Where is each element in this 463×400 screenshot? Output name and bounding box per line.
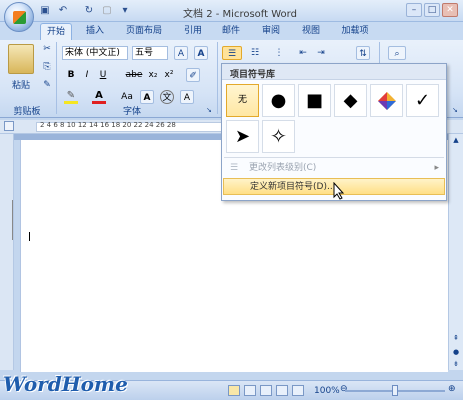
redo-icon[interactable]: ↻ [82,4,96,18]
undo-icon[interactable]: ↶ [56,4,70,18]
ribbon-tabs: 开始 插入 页面布局 引用 邮件 审阅 视图 加载项 [0,22,463,40]
subscript-button[interactable]: x₂ [146,68,160,82]
submenu-arrow-icon: ▸ [434,163,439,173]
qat-customize-icon[interactable]: ▾ [118,4,132,18]
cut-icon[interactable]: ✂ [40,42,54,56]
font-name-combo[interactable]: 宋体 (中文正) [62,46,128,60]
change-case-button[interactable]: Aa [116,90,138,104]
bullet-colorful-diamond-option[interactable] [370,84,403,117]
character-shading-button[interactable]: A [140,90,154,104]
tab-insert[interactable]: 插入 [80,23,110,40]
tab-view[interactable]: 视图 [296,23,326,40]
tab-review[interactable]: 审阅 [256,23,286,40]
define-new-bullet-label: 定义新项目符号(D)... [250,182,336,192]
decrease-indent-icon[interactable]: ⇤ [296,46,310,60]
bullet-diamond-option[interactable]: ◆ [334,84,367,117]
bullet-none-label: 无 [237,95,247,105]
change-list-level-menu-item[interactable]: ☰ 更改列表级别(C) ▸ [223,160,445,177]
zoom-out-icon[interactable]: ⊖ [340,384,348,394]
watermark-logo: WordHome [3,372,128,396]
bullet-library-dropdown: 项目符号库 无 ● ■ ◆ ✓ ➤ ✧ ☰ 更改列表级别(C) ▸ 定义新项目符… [221,63,447,201]
clipboard-group-label: 剪贴板 [13,107,41,117]
bullet-filled-square-option[interactable]: ■ [298,84,331,117]
strikethrough-button[interactable]: abe [124,68,144,82]
copy-icon[interactable]: ⎘ [40,60,54,74]
sort-icon[interactable]: ⇅ [356,46,370,60]
find-icon[interactable]: ⌕ [388,46,406,60]
bullet-star-option[interactable]: ✧ [262,120,295,153]
group-separator [56,42,57,114]
tab-page-layout[interactable]: 页面布局 [118,23,170,40]
draft-view-icon[interactable] [292,385,304,396]
ruler-ticks: 2 4 6 8 10 12 14 16 18 20 22 24 26 28 [40,121,176,129]
full-screen-view-icon[interactable] [244,385,256,396]
font-color-a-label: A [95,90,103,101]
list-level-icon: ☰ [230,163,239,173]
paste-icon[interactable] [8,44,34,74]
font-color-button[interactable]: A [92,90,106,104]
window-title: 文档 2 - Microsoft Word [183,9,297,20]
office-button[interactable] [4,2,34,32]
close-button[interactable]: ✕ [442,3,458,17]
highlight-swatch [64,101,78,104]
zoom-level[interactable]: 100% [314,386,340,396]
group-separator [217,42,218,114]
outline-view-icon[interactable] [276,385,288,396]
colorful-diamond-icon [377,92,396,110]
next-page-icon[interactable]: ⇟ [451,360,461,370]
tab-selector-icon[interactable] [4,121,14,131]
print-layout-view-icon[interactable] [228,385,240,396]
font-dialog-launcher-icon[interactable]: ↘ [206,106,212,114]
menu-separator [224,157,444,158]
italic-button[interactable]: I [80,68,94,82]
zoom-in-icon[interactable]: ⊕ [448,384,456,394]
multilevel-list-icon[interactable]: ⋮ [270,46,288,60]
scroll-up-icon[interactable]: ▲ [451,136,461,146]
title-bar: ▣ ↶ ↻ ▢ ▾ 文档 2 - Microsoft Word – □ ✕ [0,0,463,22]
save-icon[interactable]: ▣ [38,4,52,18]
bullets-button[interactable]: ☰ [222,46,242,60]
bold-button[interactable]: B [64,68,78,82]
vertical-ruler [0,134,14,370]
highlight-pen-icon: ✎ [66,90,76,101]
zoom-slider-thumb[interactable] [392,385,398,396]
underline-button[interactable]: U [96,68,110,82]
bullet-filled-circle-option[interactable]: ● [262,84,295,117]
shrink-font-icon[interactable]: A [194,46,208,60]
prev-page-icon[interactable]: ⇞ [451,334,461,344]
font-group-label: 字体 [122,107,141,117]
font-size-combo[interactable]: 五号 [132,46,168,60]
clear-format-icon[interactable]: ✐ [186,68,200,82]
tab-references[interactable]: 引用 [178,23,208,40]
tab-mailings[interactable]: 邮件 [216,23,246,40]
paste-button-label[interactable]: 粘贴 [6,78,36,91]
page-margin-marker [12,200,14,240]
increase-indent-icon[interactable]: ⇥ [314,46,328,60]
office-logo-icon [13,11,26,24]
numbering-icon[interactable]: ☷ [246,46,264,60]
maximize-button[interactable]: □ [424,3,440,17]
browse-object-icon[interactable]: ● [451,348,461,358]
bullet-arrow-option[interactable]: ➤ [226,120,259,153]
superscript-button[interactable]: x² [162,68,176,82]
print-icon[interactable]: ▢ [100,4,114,18]
grow-font-button[interactable]: A [174,46,188,60]
text-cursor [29,232,30,241]
change-list-level-label: 更改列表级别(C) [249,163,317,173]
tab-home[interactable]: 开始 [40,23,72,40]
highlight-color-button[interactable]: ✎ [64,90,78,104]
enclose-characters-button[interactable]: 文 [160,90,174,104]
tab-addins[interactable]: 加载项 [334,23,376,40]
mouse-pointer-icon [333,182,345,200]
bullet-checkmark-option[interactable]: ✓ [406,84,439,117]
web-layout-view-icon[interactable] [260,385,272,396]
minimize-button[interactable]: – [406,3,422,17]
vertical-scrollbar[interactable]: ▲ ⇞ ● ⇟ [448,134,463,370]
editing-dialog-launcher-icon[interactable]: ↘ [452,106,458,114]
character-border-icon[interactable]: A [180,90,194,104]
bullet-none-option[interactable]: 无 [226,84,259,117]
format-painter-icon[interactable]: ✎ [40,78,54,92]
bullet-library-header: 项目符号库 [222,64,446,80]
